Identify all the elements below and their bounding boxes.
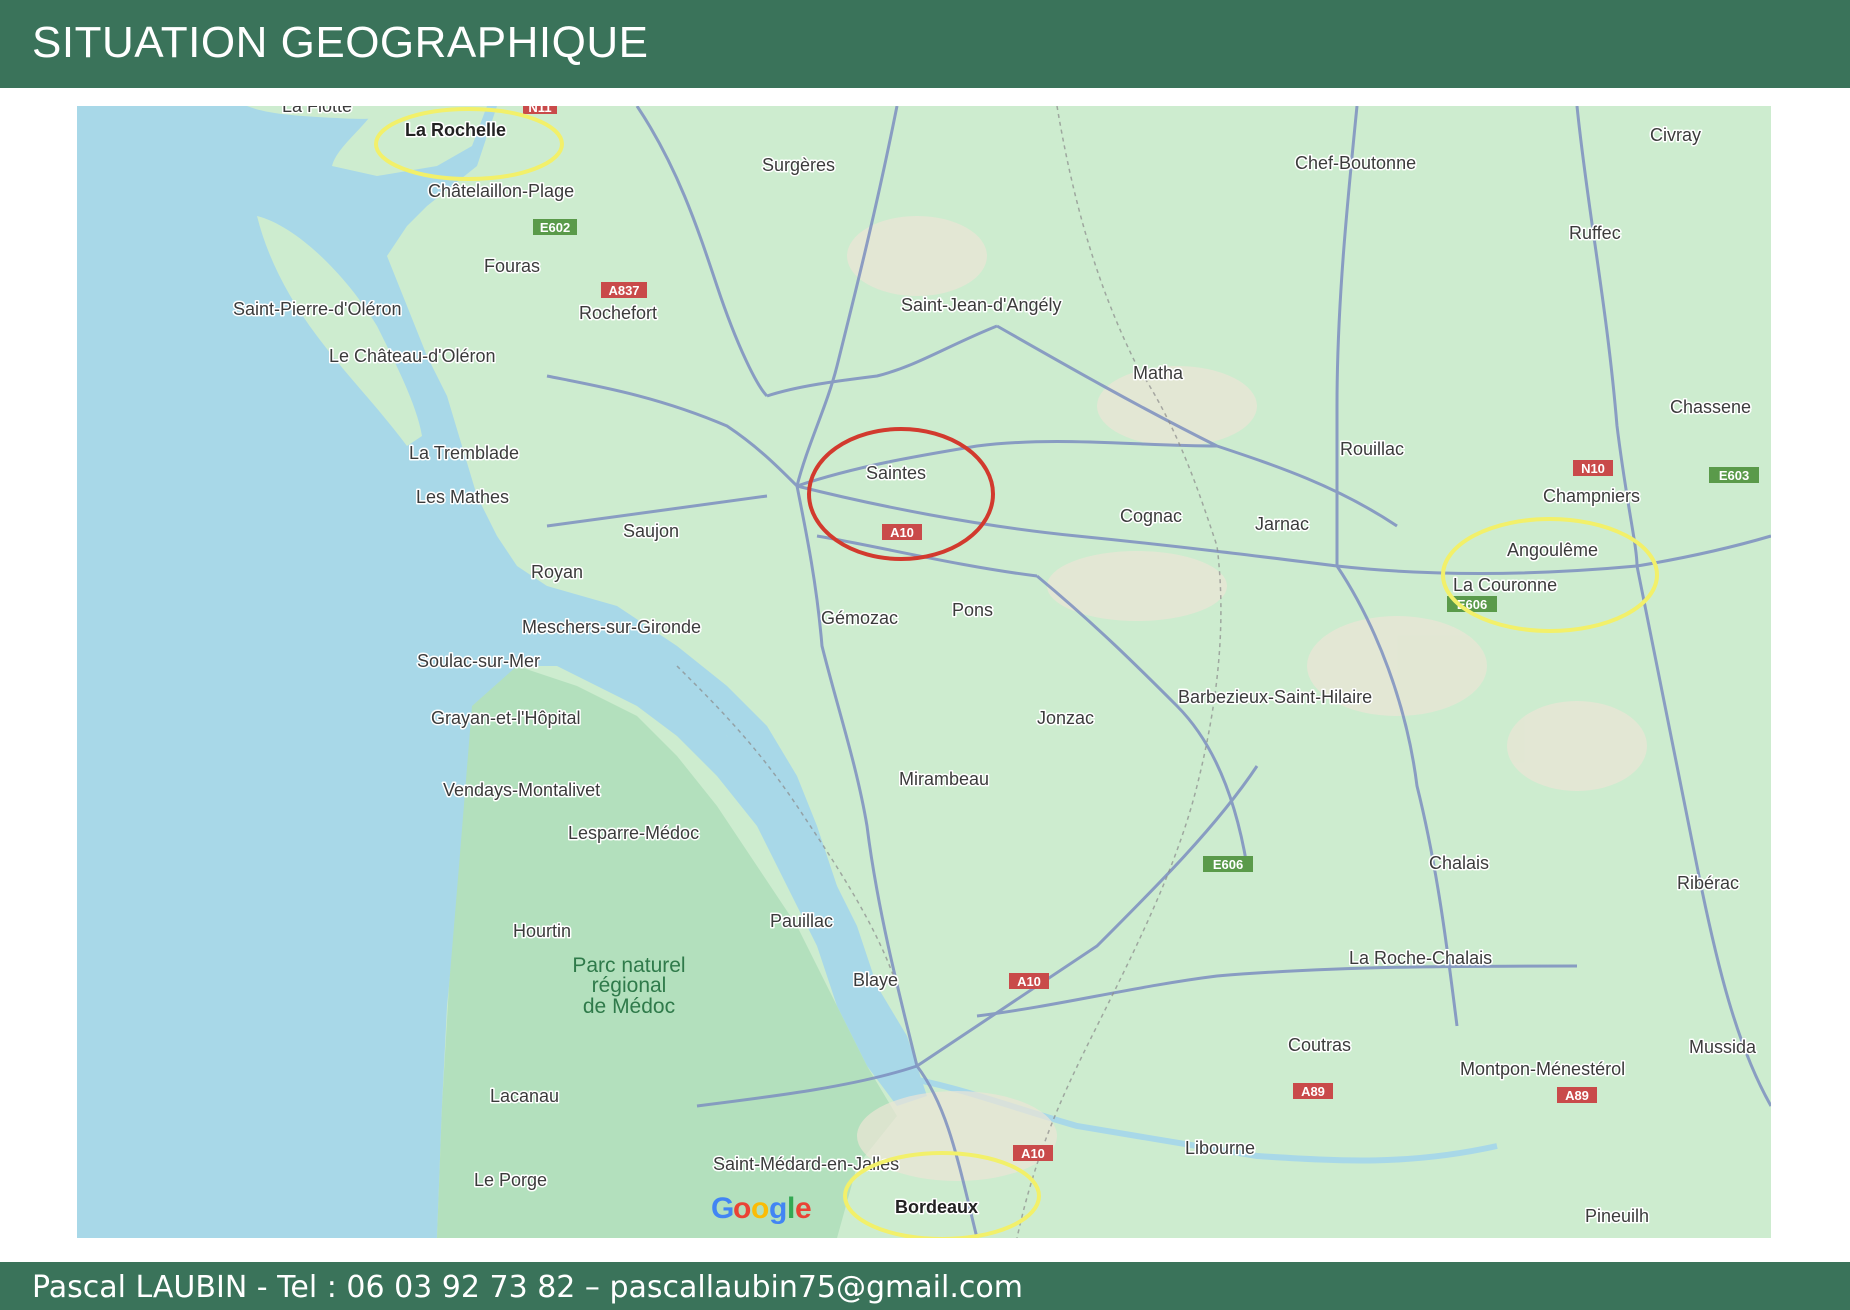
label-le-porge[interactable]: Le Porge xyxy=(473,1169,549,1192)
label-la-tremblade[interactable]: La Tremblade xyxy=(408,442,521,465)
svg-text:A89: A89 xyxy=(1301,1084,1325,1099)
shield-e603: E603 xyxy=(1709,467,1759,483)
shield-n10: N10 xyxy=(1573,460,1613,476)
label-lacanau[interactable]: Lacanau xyxy=(489,1085,561,1108)
page-title: SITUATION GEOGRAPHIQUE xyxy=(32,18,649,67)
shield-a10-saintes: A10 xyxy=(882,524,922,540)
label-gemozac[interactable]: Gémozac xyxy=(820,607,900,630)
label-hourtin[interactable]: Hourtin xyxy=(512,920,573,943)
shield-a89-montpon: A89 xyxy=(1557,1087,1597,1103)
label-saintes[interactable]: Saintes xyxy=(865,462,928,485)
svg-text:o: o xyxy=(733,1192,751,1225)
shield-a837: A837 xyxy=(601,282,647,298)
label-chasseneuil[interactable]: Chassene xyxy=(1669,396,1753,419)
label-surgeres[interactable]: Surgères xyxy=(761,154,837,177)
label-saint-pierre-oleron[interactable]: Saint-Pierre-d'Oléron xyxy=(232,298,404,321)
label-chalais[interactable]: Chalais xyxy=(1428,852,1491,875)
label-libourne[interactable]: Libourne xyxy=(1184,1137,1257,1160)
shield-n11: N11 xyxy=(523,106,557,115)
label-pineuilh[interactable]: Pineuilh xyxy=(1584,1205,1651,1228)
map-canvas[interactable]: La Flotte La Rochelle Surgères Chef-Bout… xyxy=(77,106,1771,1238)
label-mirambeau[interactable]: Mirambeau xyxy=(898,768,991,791)
label-vendays[interactable]: Vendays-Montalivet xyxy=(442,779,602,802)
svg-text:E603: E603 xyxy=(1719,468,1749,483)
svg-text:e: e xyxy=(795,1192,812,1225)
google-logo: G o o g l e xyxy=(711,1192,812,1225)
label-fouras[interactable]: Fouras xyxy=(483,255,542,278)
svg-text:A89: A89 xyxy=(1565,1088,1589,1103)
svg-text:A10: A10 xyxy=(890,525,914,540)
svg-text:E602: E602 xyxy=(540,220,570,235)
contact-info: Pascal LAUBIN - Tel : 06 03 92 73 82 – p… xyxy=(32,1270,1023,1305)
footer-bar: Pascal LAUBIN - Tel : 06 03 92 73 82 – p… xyxy=(0,1262,1850,1310)
svg-text:N11: N11 xyxy=(528,106,551,115)
label-les-mathes[interactable]: Les Mathes xyxy=(415,486,511,509)
svg-text:A10: A10 xyxy=(1021,1146,1045,1161)
label-la-rochelle[interactable]: La Rochelle xyxy=(404,119,508,142)
park-label-line2: régional xyxy=(592,974,667,997)
label-pauillac[interactable]: Pauillac xyxy=(769,910,835,933)
shield-a89-coutras: A89 xyxy=(1293,1083,1333,1099)
label-jarnac[interactable]: Jarnac xyxy=(1254,513,1311,536)
label-blaye[interactable]: Blaye xyxy=(852,969,900,992)
label-riberac[interactable]: Ribérac xyxy=(1676,872,1741,895)
label-grayan[interactable]: Grayan-et-l'Hôpital xyxy=(430,707,583,730)
svg-text:G: G xyxy=(711,1192,734,1225)
label-chateau-oleron[interactable]: Le Château-d'Oléron xyxy=(328,345,498,368)
label-meschers[interactable]: Meschers-sur-Gironde xyxy=(521,616,703,639)
label-la-roche-chalais[interactable]: La Roche-Chalais xyxy=(1348,947,1494,970)
label-champniers[interactable]: Champniers xyxy=(1542,485,1642,508)
label-chef-boutonne[interactable]: Chef-Boutonne xyxy=(1294,152,1418,175)
label-lesparre[interactable]: Lesparre-Médoc xyxy=(567,822,701,845)
label-saujon[interactable]: Saujon xyxy=(622,520,681,543)
park-label-line3: de Médoc xyxy=(583,995,675,1018)
label-bordeaux[interactable]: Bordeaux xyxy=(894,1196,980,1219)
label-pons[interactable]: Pons xyxy=(951,599,995,622)
label-coutras[interactable]: Coutras xyxy=(1287,1034,1353,1057)
label-la-flotte: La Flotte xyxy=(282,106,352,116)
svg-text:N10: N10 xyxy=(1581,461,1605,476)
svg-text:g: g xyxy=(769,1192,787,1225)
label-angouleme[interactable]: Angoulême xyxy=(1506,539,1600,562)
label-matha[interactable]: Matha xyxy=(1132,362,1186,385)
svg-text:o: o xyxy=(751,1192,769,1225)
label-ruffec[interactable]: Ruffec xyxy=(1568,222,1623,245)
svg-text:E606: E606 xyxy=(1213,857,1243,872)
label-rouillac[interactable]: Rouillac xyxy=(1339,438,1406,461)
shield-e606-south: E606 xyxy=(1203,856,1253,872)
label-soulac[interactable]: Soulac-sur-Mer xyxy=(416,650,542,673)
label-saint-medard[interactable]: Saint-Médard-en-Jalles xyxy=(712,1153,901,1176)
shield-a10-blaye: A10 xyxy=(1009,973,1049,989)
label-saint-jean-angely[interactable]: Saint-Jean-d'Angély xyxy=(900,294,1064,317)
label-chatelaillon[interactable]: Châtelaillon-Plage xyxy=(427,180,576,203)
label-la-couronne[interactable]: La Couronne xyxy=(1452,574,1559,597)
region-map[interactable]: La Flotte La Rochelle Surgères Chef-Bout… xyxy=(77,106,1771,1238)
shield-a10-bordeaux: A10 xyxy=(1013,1145,1053,1161)
label-jonzac[interactable]: Jonzac xyxy=(1036,707,1096,730)
label-cognac[interactable]: Cognac xyxy=(1119,505,1184,528)
label-rochefort[interactable]: Rochefort xyxy=(578,302,659,325)
svg-text:A837: A837 xyxy=(608,283,639,298)
label-mussidan[interactable]: Mussida xyxy=(1688,1036,1759,1059)
label-barbezieux[interactable]: Barbezieux-Saint-Hilaire xyxy=(1177,686,1374,709)
label-civray[interactable]: Civray xyxy=(1649,124,1703,147)
label-montpon[interactable]: Montpon-Ménestérol xyxy=(1459,1058,1627,1081)
label-royan[interactable]: Royan xyxy=(530,561,585,584)
svg-text:A10: A10 xyxy=(1017,974,1041,989)
shield-e602: E602 xyxy=(533,219,577,235)
header-bar: SITUATION GEOGRAPHIQUE xyxy=(0,0,1850,88)
